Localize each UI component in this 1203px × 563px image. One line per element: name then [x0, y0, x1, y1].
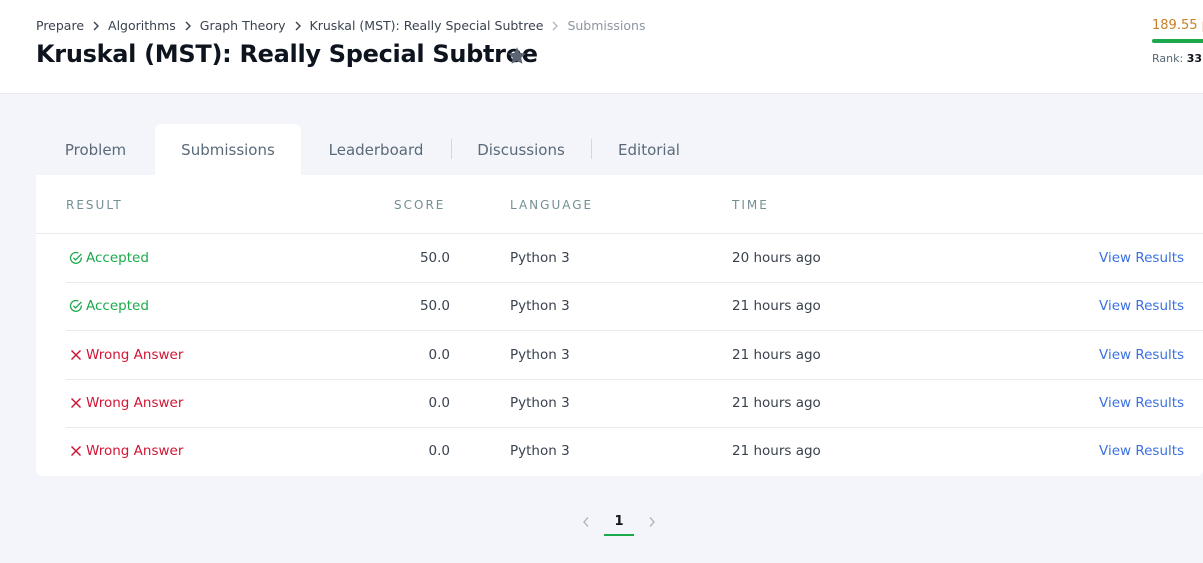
language-value: Python 3 — [510, 298, 570, 314]
breadcrumb-algorithms[interactable]: Algorithms — [108, 18, 176, 33]
time-value: 21 hours ago — [732, 395, 821, 411]
column-header-score: SCORE — [394, 198, 446, 212]
challenge-tabs: Problem Submissions Leaderboard Discussi… — [36, 124, 707, 176]
result-text: Accepted — [86, 250, 149, 266]
rank-label: Rank: — [1152, 52, 1184, 65]
breadcrumb-challenge[interactable]: Kruskal (MST): Really Special Subtree — [310, 18, 544, 33]
user-score: 189.55 p — [1152, 18, 1203, 33]
pagination: 1 — [576, 508, 662, 536]
result-wrong-answer: Wrong Answer — [68, 347, 183, 363]
column-header-time: TIME — [732, 198, 769, 212]
tab-leaderboard[interactable]: Leaderboard — [301, 124, 451, 176]
breadcrumb-current: Submissions — [567, 18, 646, 33]
table-row: Wrong Answer 0.0 Python 3 21 hours ago V… — [66, 380, 1203, 428]
check-circle-icon — [68, 299, 83, 314]
language-value: Python 3 — [510, 347, 570, 363]
score-progress-fill — [1152, 39, 1203, 43]
chevron-right-icon — [294, 21, 302, 31]
language-value: Python 3 — [510, 443, 570, 459]
page-title: Kruskal (MST): Really Special Subtree — [36, 40, 538, 68]
time-value: 21 hours ago — [732, 347, 821, 363]
tab-divider — [591, 139, 592, 159]
table-row: Wrong Answer 0.0 Python 3 21 hours ago V… — [66, 428, 1203, 476]
table-header: RESULT SCORE LANGUAGE TIME — [36, 175, 1203, 234]
x-icon — [68, 444, 83, 459]
tab-submissions[interactable]: Submissions — [155, 124, 301, 176]
user-score-widget: 189.55 p Rank: 33 — [1152, 18, 1203, 78]
x-icon — [68, 396, 83, 411]
result-wrong-answer: Wrong Answer — [68, 443, 183, 459]
tab-editorial[interactable]: Editorial — [591, 124, 707, 176]
view-results-link[interactable]: View Results — [1099, 250, 1184, 266]
chevron-left-icon[interactable] — [576, 510, 596, 534]
result-text: Wrong Answer — [86, 347, 184, 363]
column-header-result: RESULT — [66, 198, 123, 212]
language-value: Python 3 — [510, 250, 570, 266]
tab-divider — [451, 139, 452, 159]
table-row: Wrong Answer 0.0 Python 3 21 hours ago V… — [66, 332, 1203, 380]
chevron-right-icon[interactable] — [642, 510, 662, 534]
x-icon — [68, 348, 83, 363]
score-value: 0.0 — [428, 347, 450, 363]
chevron-right-icon — [184, 21, 192, 31]
page-header: Prepare Algorithms Graph Theory Kruskal … — [0, 0, 1203, 94]
user-rank: Rank: 33 — [1152, 52, 1203, 65]
time-value: 21 hours ago — [732, 443, 821, 459]
chevron-right-icon — [92, 21, 100, 31]
result-accepted: Accepted — [68, 298, 149, 314]
score-value: 0.0 — [428, 443, 450, 459]
star-icon[interactable] — [506, 45, 528, 67]
chevron-right-icon — [551, 21, 559, 31]
result-wrong-answer: Wrong Answer — [68, 395, 183, 411]
page-number-current[interactable]: 1 — [604, 508, 634, 536]
table-row: Accepted 50.0 Python 3 21 hours ago View… — [66, 283, 1203, 331]
result-text: Wrong Answer — [86, 395, 184, 411]
score-progress-bar — [1152, 39, 1203, 43]
language-value: Python 3 — [510, 395, 570, 411]
view-results-link[interactable]: View Results — [1099, 347, 1184, 363]
result-accepted: Accepted — [68, 250, 149, 266]
time-value: 21 hours ago — [732, 298, 821, 314]
result-text: Accepted — [86, 298, 149, 314]
tab-problem[interactable]: Problem — [36, 124, 155, 176]
score-value: 0.0 — [428, 395, 450, 411]
breadcrumb-graph-theory[interactable]: Graph Theory — [200, 18, 286, 33]
tab-discussions[interactable]: Discussions — [451, 124, 591, 176]
submissions-table: RESULT SCORE LANGUAGE TIME Accepted 50.0… — [36, 175, 1203, 476]
check-circle-icon — [68, 251, 83, 266]
score-value: 50.0 — [419, 250, 450, 266]
view-results-link[interactable]: View Results — [1099, 298, 1184, 314]
column-header-language: LANGUAGE — [510, 198, 594, 212]
view-results-link[interactable]: View Results — [1099, 443, 1184, 459]
breadcrumb: Prepare Algorithms Graph Theory Kruskal … — [36, 18, 645, 33]
result-text: Wrong Answer — [86, 443, 184, 459]
rank-value: 33 — [1186, 52, 1203, 65]
breadcrumb-prepare[interactable]: Prepare — [36, 18, 84, 33]
score-value: 50.0 — [419, 298, 450, 314]
time-value: 20 hours ago — [732, 250, 821, 266]
view-results-link[interactable]: View Results — [1099, 395, 1184, 411]
table-row: Accepted 50.0 Python 3 20 hours ago View… — [66, 235, 1203, 283]
